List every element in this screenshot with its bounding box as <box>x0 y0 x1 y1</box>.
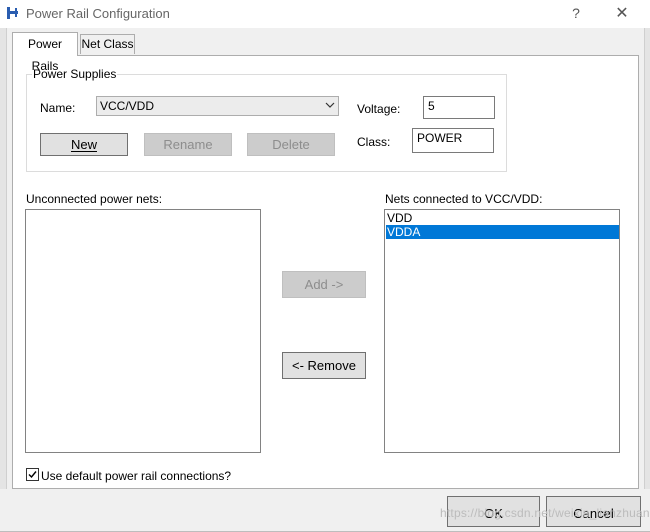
name-select[interactable]: VCC/VDD <box>96 96 339 116</box>
list-item[interactable]: VDD <box>386 211 619 225</box>
tab-power-rails[interactable]: Power Rails <box>12 32 78 73</box>
checkmark-icon <box>28 471 37 479</box>
add-button[interactable]: Add -> <box>282 271 366 298</box>
name-label: Name: <box>40 101 76 115</box>
connected-list[interactable]: VDD VDDA <box>384 209 620 453</box>
title-bar: Power Rail Configuration ? ✕ <box>0 0 650 28</box>
close-button[interactable]: ✕ <box>612 3 632 23</box>
voltage-input[interactable]: 5 <box>423 96 495 119</box>
watermark-text: https://blog.csdn.net/weixin_lianzhuang <box>440 506 650 520</box>
delete-button[interactable]: Delete <box>247 133 335 156</box>
chevron-down-icon <box>325 98 335 115</box>
tab-net-class[interactable]: Net Class <box>80 34 135 54</box>
remove-button[interactable]: <- Remove <box>282 352 366 379</box>
name-select-value: VCC/VDD <box>100 99 155 113</box>
rename-button-label: Rename <box>163 137 213 152</box>
use-default-checkbox[interactable] <box>26 468 39 481</box>
unconnected-label: Unconnected power nets: <box>26 192 163 206</box>
use-default-label: Use default power rail connections? <box>41 469 232 483</box>
left-border <box>0 28 7 532</box>
unconnected-list[interactable] <box>25 209 261 453</box>
app-icon <box>7 7 18 19</box>
right-border <box>644 28 650 532</box>
remove-button-label: <- Remove <box>292 358 356 373</box>
help-button[interactable]: ? <box>568 5 584 21</box>
rename-button[interactable]: Rename <box>144 133 232 156</box>
class-input[interactable]: POWER <box>412 128 494 153</box>
power-supplies-group <box>26 74 507 172</box>
window-title: Power Rail Configuration <box>26 6 170 21</box>
list-item-selected[interactable]: VDDA <box>386 225 619 239</box>
new-button-label: New <box>70 137 97 152</box>
add-button-label: Add -> <box>304 277 344 292</box>
new-button[interactable]: New <box>40 133 128 156</box>
delete-button-label: Delete <box>272 137 310 152</box>
connected-label: Nets connected to VCC/VDD: <box>385 192 543 206</box>
class-label: Class: <box>357 135 391 149</box>
voltage-label: Voltage: <box>357 102 401 116</box>
